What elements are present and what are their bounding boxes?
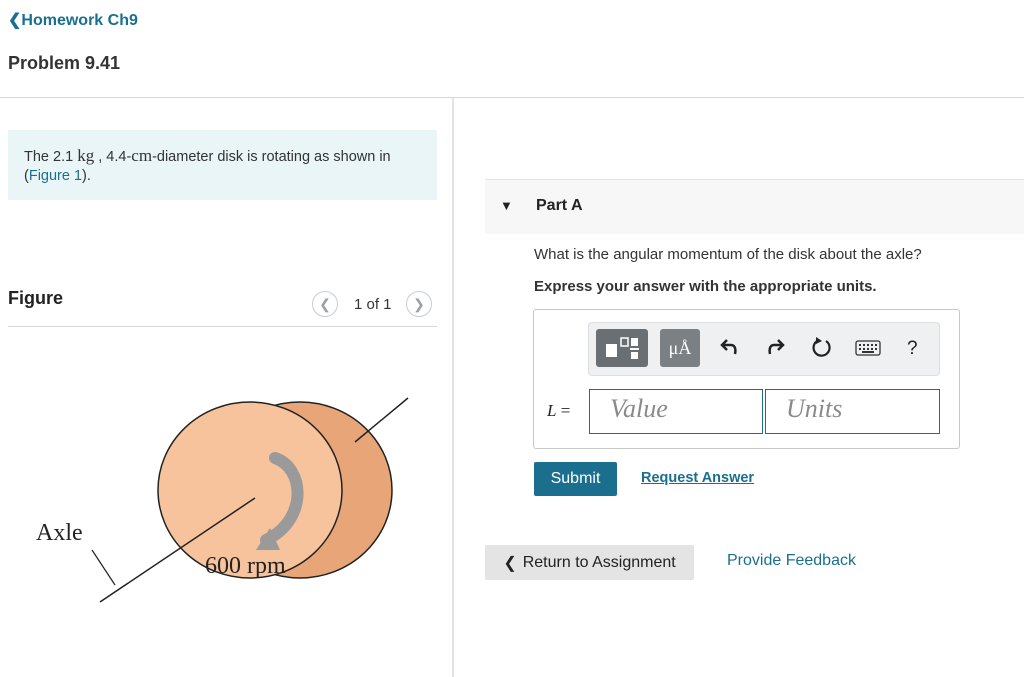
column-divider [452,97,454,677]
chevron-left-icon: ❮ [503,554,517,572]
figure-divider [8,326,437,327]
templates-button[interactable] [596,329,648,367]
reset-icon[interactable] [811,336,833,364]
intro-text-middle: , 4.4- [94,149,132,165]
speed-label: 600 rpm [205,553,286,579]
chevron-right-icon: ❯ [413,295,425,312]
caret-down-icon[interactable]: ▼ [500,198,513,213]
undo-icon[interactable] [720,336,740,362]
header-divider [0,97,1024,98]
axle-label-leader [91,549,116,586]
help-icon[interactable]: ? [907,338,918,360]
redo-icon[interactable] [765,336,785,362]
figure-counter: 1 of 1 [354,296,392,313]
back-to-homework-link[interactable]: ❮Homework Ch9 [8,10,138,30]
previous-figure-button[interactable]: ❮ [312,291,338,317]
keyboard-icon[interactable] [855,340,881,361]
value-input[interactable]: Value [589,389,763,434]
back-link-label: Homework Ch9 [21,12,138,29]
answer-variable-label: L = [547,401,570,421]
return-to-assignment-button[interactable]: ❮ Return to Assignment [485,545,694,580]
question-text: What is the angular momentum of the disk… [534,246,922,263]
chevron-left-icon: ❮ [8,12,22,29]
disk-face [157,401,343,579]
instruction-text: Express your answer with the appropriate… [534,278,877,295]
intro-text-before: The 2.1 [24,149,78,165]
units-input[interactable]: Units [765,389,940,434]
return-label: Return to Assignment [522,553,676,571]
figure-link[interactable]: Figure 1 [29,168,82,184]
equals-sign: = [556,401,571,420]
part-title: Part A [536,197,583,214]
units-button[interactable]: μÅ [660,329,700,367]
axle-back-line [354,397,409,443]
disk-diagram: Axle 600 rpm [36,397,409,603]
mass-unit: kg [77,146,95,165]
problem-statement: The 2.1 kg , 4.4-cm-diameter disk is rot… [8,130,437,200]
length-unit: cm [131,146,153,165]
next-figure-button[interactable]: ❯ [406,291,432,317]
problem-title: Problem 9.41 [8,53,121,73]
intro-text-end: ). [82,168,91,184]
request-answer-link[interactable]: Request Answer [641,470,754,486]
figure-heading: Figure [8,288,64,308]
submit-button[interactable]: Submit [534,462,617,496]
provide-feedback-link[interactable]: Provide Feedback [727,552,856,570]
templates-icon [606,337,639,359]
chevron-left-icon: ❮ [319,295,331,312]
axle-label: Axle [36,520,83,546]
units-symbol: μÅ [668,337,692,358]
